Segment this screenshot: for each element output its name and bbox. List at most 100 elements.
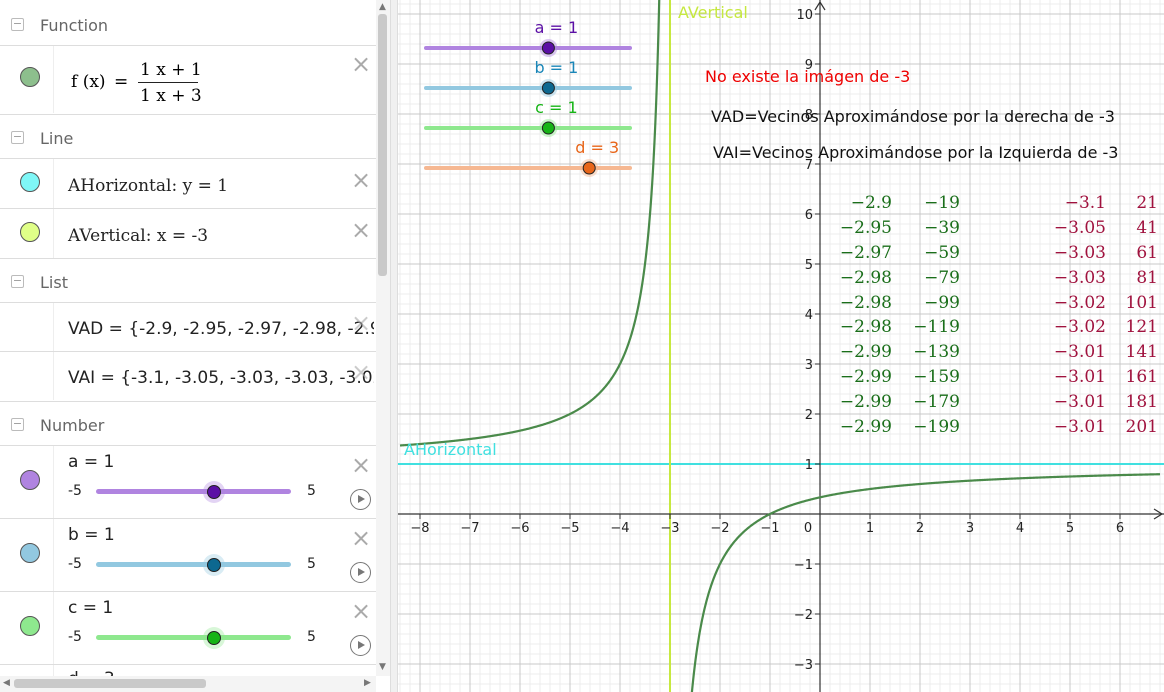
graphics-view[interactable]: −8 −7 −6 −5 −4 −3 −2 −1 0 1 2 3 4 5 6 −3 −2 −1 1 2 3 4 5 6 7 8 9 10… [398,0,1164,692]
vad-definition-text: VAD=Vecinos Aproximándose por la derecha… [711,107,1115,126]
table-cell: −3.05 [1053,217,1106,238]
table-cell: −119 [913,317,960,338]
vai-x-column: −3.1 −3.05 −3.03 −3.03 −3.02 −3.02 −3.01 −3.01 −… [1046,191,1106,440]
delete-icon[interactable]: × [351,52,371,76]
x-tick-label: −3 [660,521,679,536]
table-cell: −3.01 [1053,392,1106,413]
marble-container [2,209,54,258]
vai-definition-text: VAI=Vecinos Aproximándose por la Izquier… [713,143,1119,162]
table-cell: −3.02 [1053,317,1106,338]
y-tick-label: −3 [794,658,813,673]
x-tick-label: 2 [916,521,924,536]
collapse-toggle[interactable]: − [11,18,24,31]
table-cell: −2.99 [839,367,892,388]
algebra-item-function-f[interactable]: f (x) = 1 x + 1 1 x + 3 × [0,45,376,113]
slider-knob [541,41,555,55]
category-label: Number [40,416,105,435]
marble-container [2,303,54,351]
slider-label: c = 1 [535,98,578,117]
scroll-down-icon[interactable]: ▼ [379,662,386,672]
slider-track[interactable] [96,489,291,494]
slider-min: -5 [68,629,82,645]
fraction-numerator: 1 x + 1 [140,60,202,80]
algebra-item-slider-a[interactable]: a = 1 -5 5 × [0,445,376,518]
y-tick-label: 3 [805,358,813,373]
delete-icon[interactable]: × [351,360,371,384]
y-tick-label: 6 [805,208,813,223]
table-cell: −59 [924,242,960,263]
table-cell: −2.98 [839,267,892,288]
table-cell: −2.9 [850,193,892,213]
table-cell: −2.99 [839,417,892,438]
table-cell: −2.95 [839,217,892,238]
table-cell: −2.98 [839,292,892,313]
delete-icon[interactable]: × [351,526,371,550]
x-tick-label: −4 [610,521,629,536]
table-cell: 21 [1136,193,1158,213]
fraction-bar [138,82,198,83]
x-tick-label: −6 [510,521,529,536]
x-tick-label: 4 [1016,521,1024,536]
category-function[interactable]: − Function [0,2,376,46]
table-cell: −39 [924,217,960,238]
delete-icon[interactable]: × [351,168,371,192]
scroll-left-icon[interactable]: ◀ [3,678,10,688]
play-icon[interactable] [350,635,371,656]
collapse-toggle[interactable]: − [11,275,24,288]
visibility-marble[interactable] [20,67,40,87]
slider-max: 5 [307,483,316,499]
delete-icon[interactable]: × [351,453,371,477]
scroll-right-icon[interactable]: ▶ [364,678,371,688]
visibility-marble[interactable] [20,543,40,563]
slider-track[interactable] [96,635,291,640]
delete-icon[interactable]: × [351,218,371,242]
algebra-item-vad[interactable]: VAD = {-2.9, -2.95, -2.97, -2.98, -2.98 … [0,302,376,351]
algebra-item-slider-b[interactable]: b = 1 -5 5 × [0,518,376,591]
marble-container [2,592,54,664]
algebra-item-ahorizontal[interactable]: AHorizontal: y = 1 × [0,158,376,208]
play-icon[interactable] [350,489,371,510]
visibility-marble[interactable] [20,616,40,636]
y-tick-label: −1 [794,558,813,573]
table-cell: 81 [1136,267,1158,288]
y-tick-label: 2 [805,408,813,423]
vertical-scrollbar[interactable]: ▲ ▼ [376,0,390,676]
collapse-toggle[interactable]: − [11,418,24,431]
slider-value-label: c = 1 [68,598,114,618]
slider-knob[interactable] [207,558,221,572]
table-cell: −3.03 [1053,242,1106,263]
item-text: AHorizontal: y = 1 [68,176,229,196]
scrollbar-thumb[interactable] [378,14,387,276]
x-tick-label: 6 [1116,521,1124,536]
visibility-marble[interactable] [20,222,40,242]
visibility-marble[interactable] [20,470,40,490]
x-tick-label: 1 [866,521,874,536]
category-line[interactable]: − Line [0,114,376,158]
delete-icon[interactable]: × [351,599,371,623]
category-list[interactable]: − List [0,258,376,302]
table-cell: −3.1 [1064,193,1106,213]
play-icon[interactable] [350,562,371,583]
scroll-up-icon[interactable]: ▲ [379,2,386,12]
table-cell: −199 [913,417,960,438]
scrollbar-thumb[interactable] [14,679,206,688]
marble-container [2,46,54,113]
graphics-sliders[interactable]: a = 1 b = 1 c = 1 d = 3 [424,18,632,177]
pane-divider[interactable] [390,0,398,692]
slider-track[interactable] [96,562,291,567]
collapse-toggle[interactable]: − [11,131,24,144]
ahorizontal-label: AHorizontal [404,440,497,459]
visibility-marble[interactable] [20,172,40,192]
table-cell: −159 [913,367,960,388]
delete-icon[interactable]: × [351,311,371,335]
x-tick-label: 5 [1066,521,1074,536]
table-cell: −19 [924,193,960,213]
algebra-item-slider-c[interactable]: c = 1 -5 5 × [0,591,376,664]
algebra-item-avertical[interactable]: AVertical: x = -3 × [0,208,376,258]
slider-knob[interactable] [207,631,221,645]
horizontal-scrollbar[interactable]: ◀ ▶ [0,676,376,692]
slider-knob[interactable] [207,485,221,499]
category-number[interactable]: − Number [0,401,376,445]
algebra-item-vai[interactable]: VAI = {-3.1, -3.05, -3.03, -3.03, -3.02 … [0,351,376,400]
y-tick-label: 10 [796,8,813,23]
